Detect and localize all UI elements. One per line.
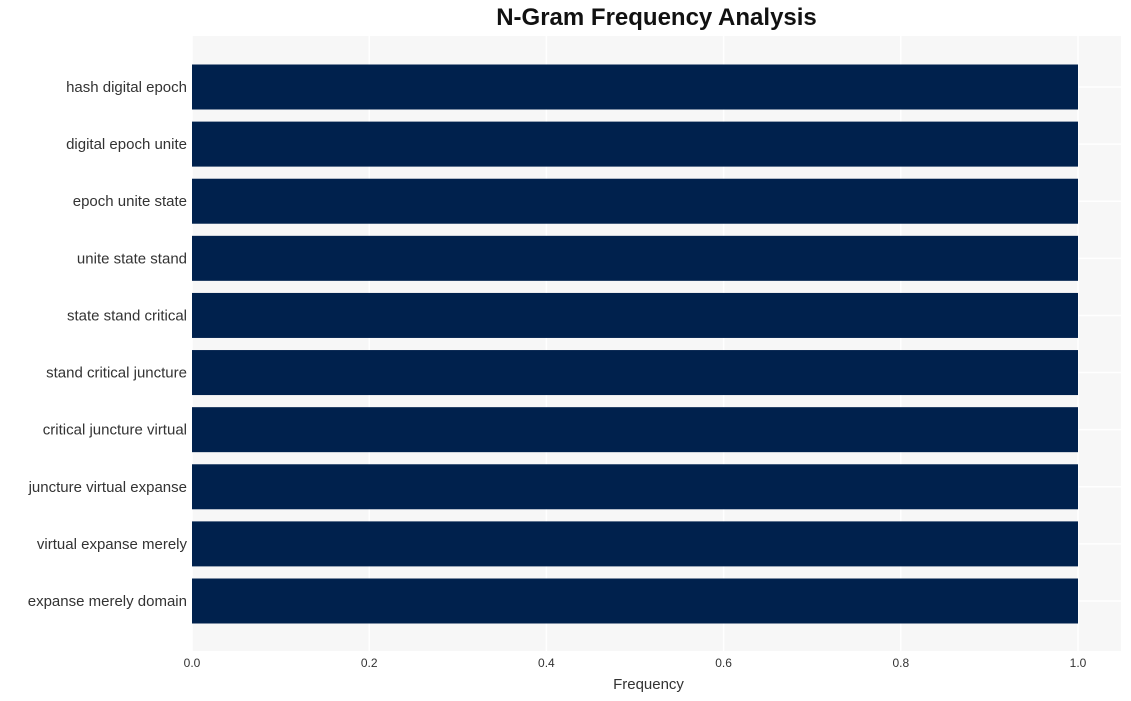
y-tick-label: epoch unite state — [73, 193, 187, 210]
y-tick-label: virtual expanse merely — [37, 536, 188, 553]
bar — [192, 121, 1078, 167]
x-tick-label: 0.4 — [538, 656, 555, 670]
bar-chart: hash digital epoch digital epoch unite epo… — [28, 36, 1121, 693]
y-tick-label: unite state stand — [77, 250, 187, 267]
y-tick-labels: hash digital epoch digital epoch unite epo… — [28, 79, 188, 610]
x-tick-labels: 0.0 0.2 0.4 0.6 0.8 1.0 — [184, 656, 1087, 670]
y-tick-label: juncture virtual expanse — [28, 479, 187, 496]
y-tick-label: state stand critical — [67, 307, 187, 324]
x-axis-label: Frequency — [613, 676, 684, 693]
y-tick-label: stand critical juncture — [46, 365, 187, 382]
bar — [192, 178, 1078, 224]
x-tick-label: 0.2 — [361, 656, 378, 670]
x-tick-label: 0.8 — [892, 656, 909, 670]
y-tick-label: digital epoch unite — [66, 136, 187, 153]
bar — [192, 578, 1078, 624]
x-tick-label: 0.0 — [184, 656, 201, 670]
bar — [192, 64, 1078, 110]
bar — [192, 292, 1078, 338]
x-tick-label: 1.0 — [1070, 656, 1087, 670]
bar — [192, 235, 1078, 281]
x-tick-label: 0.6 — [715, 656, 732, 670]
y-tick-label: expanse merely domain — [28, 593, 187, 610]
y-tick-label: hash digital epoch — [66, 79, 187, 96]
y-tick-label: critical juncture virtual — [43, 422, 187, 439]
bar — [192, 350, 1078, 396]
bar — [192, 521, 1078, 567]
bar — [192, 464, 1078, 510]
bar — [192, 407, 1078, 453]
